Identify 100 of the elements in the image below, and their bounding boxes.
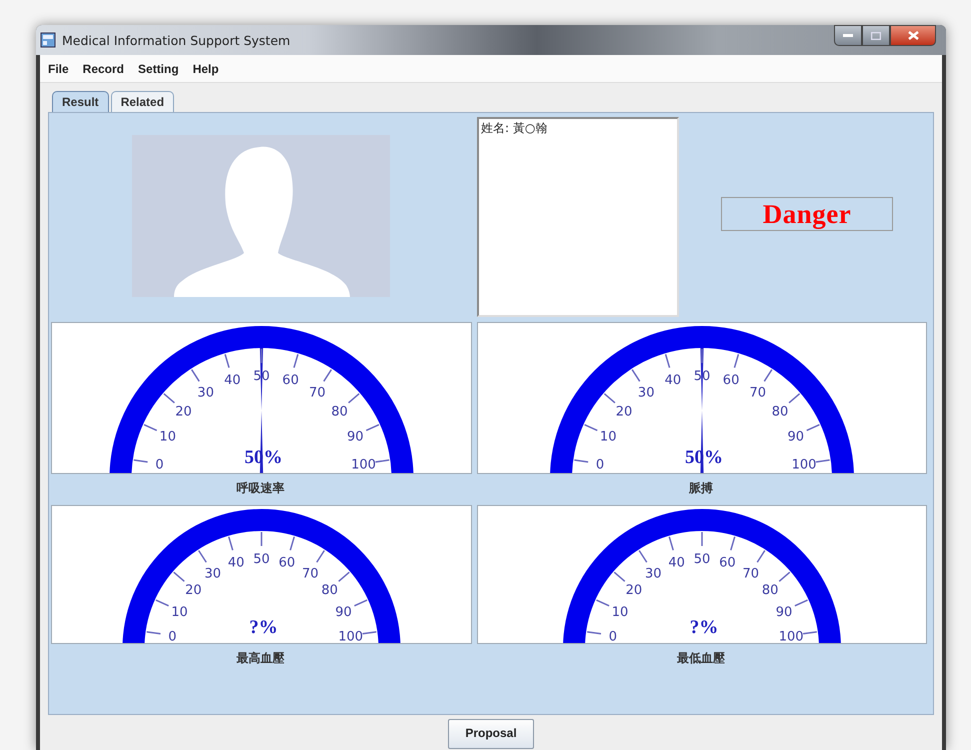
tick-label: 100	[778, 629, 804, 644]
tick-label: 30	[204, 566, 222, 582]
tick-mark	[614, 572, 626, 582]
proposal-button[interactable]: Proposal	[448, 719, 534, 749]
gauge-label: 最高血壓	[236, 650, 284, 667]
tick-mark	[596, 599, 610, 607]
maximize-button[interactable]	[862, 25, 890, 46]
tick-label: 10	[159, 429, 176, 444]
minimize-button[interactable]	[834, 25, 862, 46]
tick-mark	[778, 572, 790, 582]
tick-label: 20	[175, 404, 192, 420]
tick-label: 70	[302, 566, 319, 582]
tick-label: 60	[282, 373, 299, 388]
tick-label: 70	[750, 385, 766, 400]
tick-mark	[701, 532, 703, 546]
tick-mark	[323, 369, 332, 382]
tick-mark	[366, 424, 380, 432]
tick-mark	[788, 393, 800, 404]
tab[interactable]: Result	[52, 91, 109, 112]
tick-mark	[638, 550, 648, 563]
tick-mark	[756, 550, 766, 563]
tick-label: 10	[171, 604, 188, 620]
tick-mark	[816, 459, 830, 463]
tick-label: 60	[278, 556, 296, 571]
tick-label: 70	[309, 385, 326, 400]
tick-label: 0	[155, 458, 164, 473]
tick-mark	[802, 631, 817, 635]
tick-mark	[338, 572, 350, 582]
tick-label: 70	[742, 566, 760, 582]
tick-mark	[290, 536, 295, 550]
tick-mark	[134, 459, 148, 463]
tick-label: 40	[668, 556, 685, 571]
tick-label: 30	[644, 566, 662, 582]
tick-mark	[228, 536, 234, 550]
tick-label: 90	[347, 429, 364, 444]
tab[interactable]: Related	[110, 91, 174, 112]
tick-mark	[362, 631, 376, 635]
minimize-icon	[843, 34, 853, 38]
window-title: Medical Information Support System	[62, 32, 290, 48]
tick-mark	[701, 349, 703, 363]
tick-mark	[144, 424, 158, 432]
tick-mark	[260, 349, 262, 363]
tick-mark	[316, 550, 325, 563]
tick-label: 60	[719, 556, 736, 571]
tick-label: 10	[600, 429, 616, 444]
tick-mark	[631, 369, 640, 382]
tick-mark	[156, 599, 169, 607]
tick-label: 60	[722, 373, 740, 388]
tick-label: 100	[351, 458, 376, 473]
tick-mark	[146, 631, 161, 635]
info-text-area[interactable]: 姓名: 黃○翰	[477, 117, 679, 317]
tick-label: 40	[228, 556, 244, 571]
tick-mark	[190, 369, 200, 382]
tick-label: 80	[762, 583, 778, 598]
menu-item[interactable]: Record	[82, 62, 124, 76]
tick-label: 40	[664, 373, 682, 388]
tick-mark	[163, 393, 175, 404]
tick-label: 20	[185, 583, 202, 598]
tick-mark	[734, 354, 740, 368]
tick-mark	[293, 354, 299, 368]
maximize-icon	[871, 32, 881, 40]
tick-mark	[587, 631, 602, 635]
close-icon	[908, 31, 918, 40]
tick-mark	[348, 393, 360, 404]
tick-label: 40	[224, 373, 241, 388]
tick-label: 30	[638, 385, 654, 400]
tick-label: 20	[626, 583, 642, 598]
tick-label: 90	[776, 604, 792, 620]
menu-item[interactable]: Help	[192, 62, 219, 76]
tick-label: 20	[616, 404, 632, 420]
tick-mark	[198, 550, 207, 563]
tick-mark	[354, 599, 368, 607]
menu-item[interactable]: Setting	[138, 62, 179, 76]
tick-mark	[375, 459, 390, 463]
gauge-reading: ?%	[690, 617, 718, 638]
tick-label: 90	[335, 604, 352, 620]
tick-label: 80	[321, 583, 338, 598]
tick-mark	[730, 536, 736, 550]
tick-mark	[806, 424, 820, 432]
tick-label: 80	[772, 404, 788, 420]
close-button[interactable]	[890, 25, 936, 46]
tick-mark	[574, 459, 588, 463]
gauge-label: 脈搏	[689, 480, 713, 497]
tick-label: 0	[168, 629, 177, 644]
tick-label: 100	[338, 629, 364, 644]
tick-mark	[764, 369, 773, 382]
tick-label: 0	[596, 458, 604, 473]
tick-mark	[794, 599, 808, 607]
tick-mark	[260, 532, 262, 546]
menu-item[interactable]: File	[48, 62, 69, 76]
tick-label: 30	[197, 385, 214, 400]
gauge-label: 最低血壓	[677, 650, 725, 667]
tick-label: 50	[253, 552, 270, 567]
tick-label: 10	[612, 604, 628, 620]
gauge-label: 呼吸速率	[236, 480, 284, 497]
tick-label: 50	[694, 552, 710, 567]
app-icon	[40, 32, 56, 48]
tick-mark	[584, 424, 598, 432]
tick-label: 80	[331, 404, 348, 420]
tick-mark	[604, 393, 616, 404]
